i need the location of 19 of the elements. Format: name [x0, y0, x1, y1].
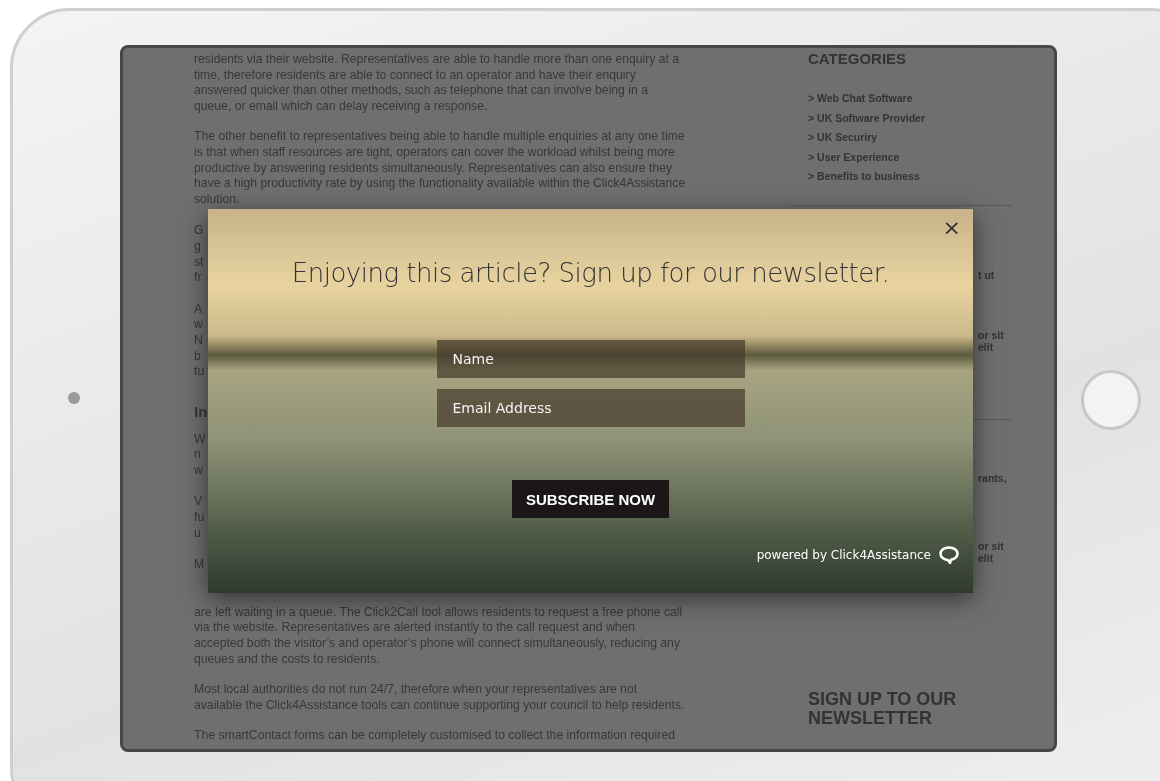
category-link[interactable]: > UK Securiry	[808, 128, 878, 148]
input-field[interactable]: Email Address	[436, 389, 745, 427]
category-link[interactable]: > Benefits to business	[808, 167, 920, 187]
camera-icon	[68, 392, 80, 404]
text-fragment: elit	[978, 340, 994, 353]
newsletter-heading: SIGN UP TO OUR NEWSLETTER	[808, 689, 958, 728]
text-fragment: rants,	[978, 471, 1007, 484]
subscribe-button[interactable]: SUBSCRIBE NOW	[511, 480, 670, 518]
speech-bubble-icon	[939, 546, 959, 564]
categories-heading: CATEGORIES	[808, 50, 908, 67]
category-link[interactable]: > UK Software Provider	[808, 108, 925, 129]
close-button[interactable]: ×	[942, 217, 961, 239]
input-field[interactable]: Name	[436, 340, 745, 378]
popup-heading: Enjoying this article? Sign up for our newsletter.	[291, 258, 890, 288]
category-link[interactable]: > User Experience	[808, 147, 900, 168]
powered-by-text: powered by Click4Assistance	[756, 548, 931, 562]
category-link[interactable]: > Web Chat Software	[808, 89, 913, 109]
text-fragment: elit	[978, 551, 994, 564]
home-button[interactable]	[1081, 370, 1141, 430]
